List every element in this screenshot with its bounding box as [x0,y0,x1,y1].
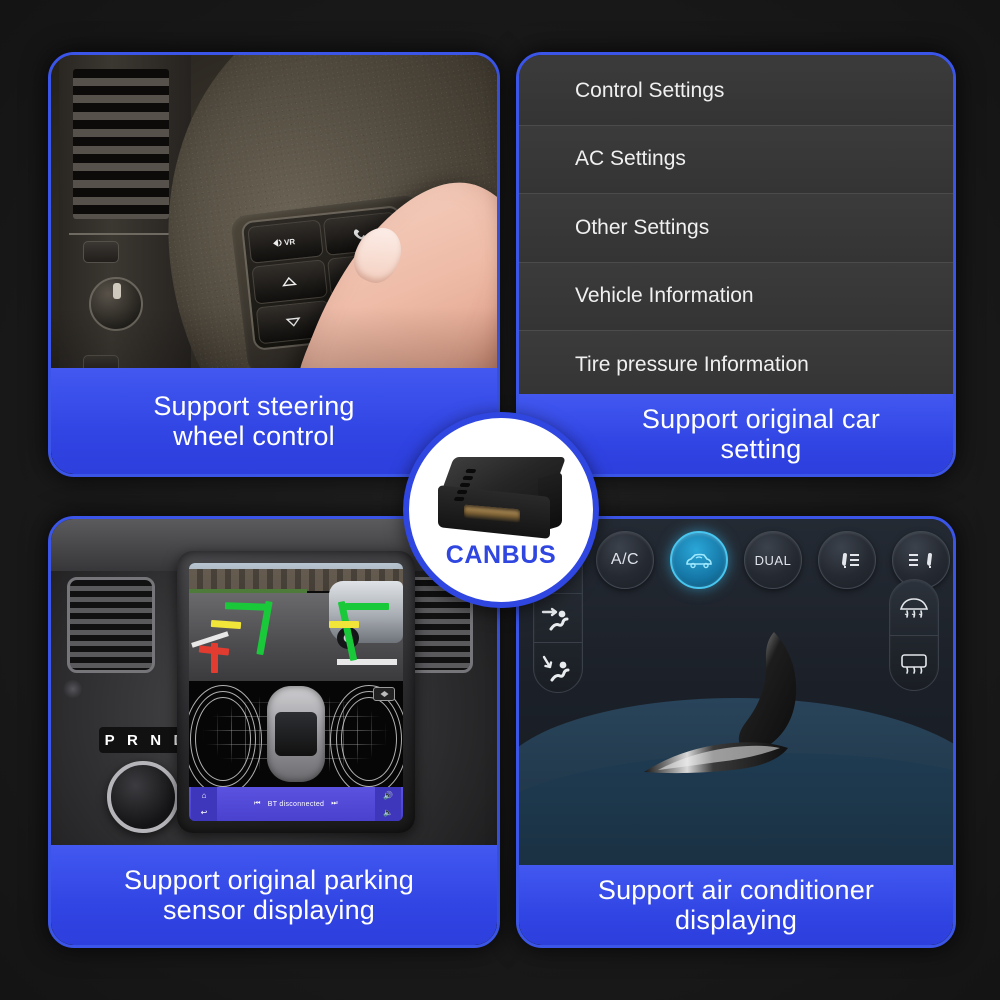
guideline-green-left [224,602,270,611]
dash-control-knob[interactable] [63,679,83,699]
canbus-label: CANBUS [445,540,557,569]
ac-recirculation-button[interactable] [670,531,728,589]
front-defrost-button[interactable] [890,580,938,636]
panel-parking-sensor: P R N D [48,516,500,948]
left-air-vent [67,577,155,673]
driver-seat-heater-button[interactable] [818,531,876,589]
gear-p: P [104,731,116,749]
rear-defrost-button[interactable] [890,636,938,691]
airflow-feet-icon [542,655,570,682]
rear-defrost-icon [901,653,927,674]
next-track-icon[interactable]: ⏭ [331,800,338,808]
guideline-yellow-right [329,621,359,628]
back-icon[interactable]: ↩ [201,808,208,817]
menu-item-vehicle-information[interactable]: Vehicle Information [519,262,953,331]
gear-n: N [150,731,163,749]
canbus-module-icon [437,456,567,539]
volume-down-icon[interactable]: 🔈 [383,808,393,817]
guideline-red-stem [211,643,218,673]
panel-steering-wheel: C H VR [48,52,500,477]
product-feature-collage: C H VR [0,0,1000,1000]
menu-item-ac-settings[interactable]: AC Settings [519,125,953,194]
bluetooth-status: ⏮ BT disconnected ⏭ [217,800,375,808]
reverse-camera-view [189,563,403,681]
gear-r: R [127,731,139,749]
media-status-bar: ⌂ ↩ ⏮ BT disconnected ⏭ 🔊 🔈 [189,787,403,821]
home-icon[interactable]: ⌂ [202,791,207,800]
canbus-badge: CANBUS [403,412,599,608]
head-unit-bezel: ⌂ ↩ ⏮ BT disconnected ⏭ 🔊 🔈 [177,551,415,833]
radar-settings-icon[interactable] [373,687,395,701]
recirculation-car-icon [686,553,712,569]
volume-up-icon[interactable]: 🔊 [383,791,393,800]
front-defrost-icon [899,598,929,619]
menu-item-tire-pressure-information[interactable]: Tire pressure Information [519,331,953,400]
prev-track-icon[interactable]: ⏮ [254,800,261,808]
volume-buttons[interactable]: 🔊 🔈 [375,787,401,821]
parking-radar-display [189,681,403,787]
airflow-face-feet-icon [541,607,569,631]
rotary-gear-dial[interactable] [107,761,179,833]
caption-air-conditioner: Support air conditioner displaying [519,865,953,945]
ac-dual-button[interactable]: DUAL [744,531,802,589]
airflow-face-feet-button[interactable] [534,594,582,644]
driver-seat-heat-icon [837,553,859,568]
menu-item-control-settings[interactable]: Control Settings [519,57,953,126]
ac-compressor-button[interactable]: A/C [596,531,654,589]
bt-status-text: BT disconnected [267,800,325,808]
seat-3d-illustration [606,620,866,810]
radar-vehicle-icon [267,686,325,782]
head-unit-screen[interactable]: ⌂ ↩ ⏮ BT disconnected ⏭ 🔊 🔈 [189,563,403,821]
airflow-feet-button[interactable] [534,643,582,692]
menu-item-other-settings[interactable]: Other Settings [519,194,953,263]
parking-line-right [337,659,397,665]
navigation-buttons[interactable]: ⌂ ↩ [191,787,217,821]
guideline-green-right [345,603,389,610]
defrost-selector[interactable] [889,579,939,691]
panel-car-settings: Control Settings AC Settings Other Setti… [516,52,956,477]
passenger-seat-heat-icon [909,553,932,568]
caption-parking-sensor: Support original parking sensor displayi… [51,845,497,945]
panel-air-conditioner: ON A/C DUAL [516,516,956,948]
